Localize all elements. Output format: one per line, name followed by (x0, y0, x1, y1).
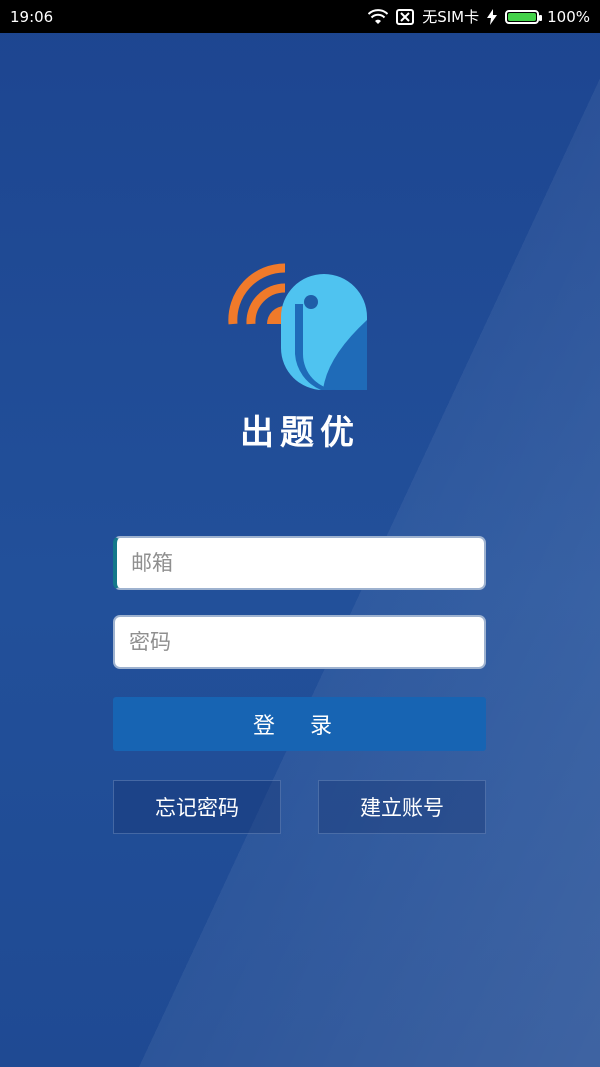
forgot-password-button[interactable]: 忘记密码 (113, 780, 281, 834)
speech-bird-logo-icon (228, 263, 367, 390)
register-button[interactable]: 建立账号 (318, 780, 486, 834)
status-icons: 无SIM卡 100% (368, 6, 590, 27)
battery-icon (505, 9, 543, 24)
battery-percent: 100% (547, 7, 590, 26)
charging-icon (487, 8, 498, 25)
login-button[interactable]: 登 录 (113, 697, 486, 751)
password-input[interactable] (113, 615, 486, 669)
carrier-label: 无SIM卡 (422, 8, 480, 26)
app-logo (225, 262, 375, 397)
battery-fill (508, 12, 537, 21)
email-input[interactable] (113, 536, 486, 590)
status-bar: 19:06 无SIM卡 100% (0, 0, 600, 33)
status-time: 19:06 (10, 7, 54, 26)
app-title: 出题优 (240, 413, 360, 453)
background-sheen (0, 0, 600, 1067)
wifi-icon (368, 8, 389, 24)
no-sim-icon (396, 8, 415, 25)
